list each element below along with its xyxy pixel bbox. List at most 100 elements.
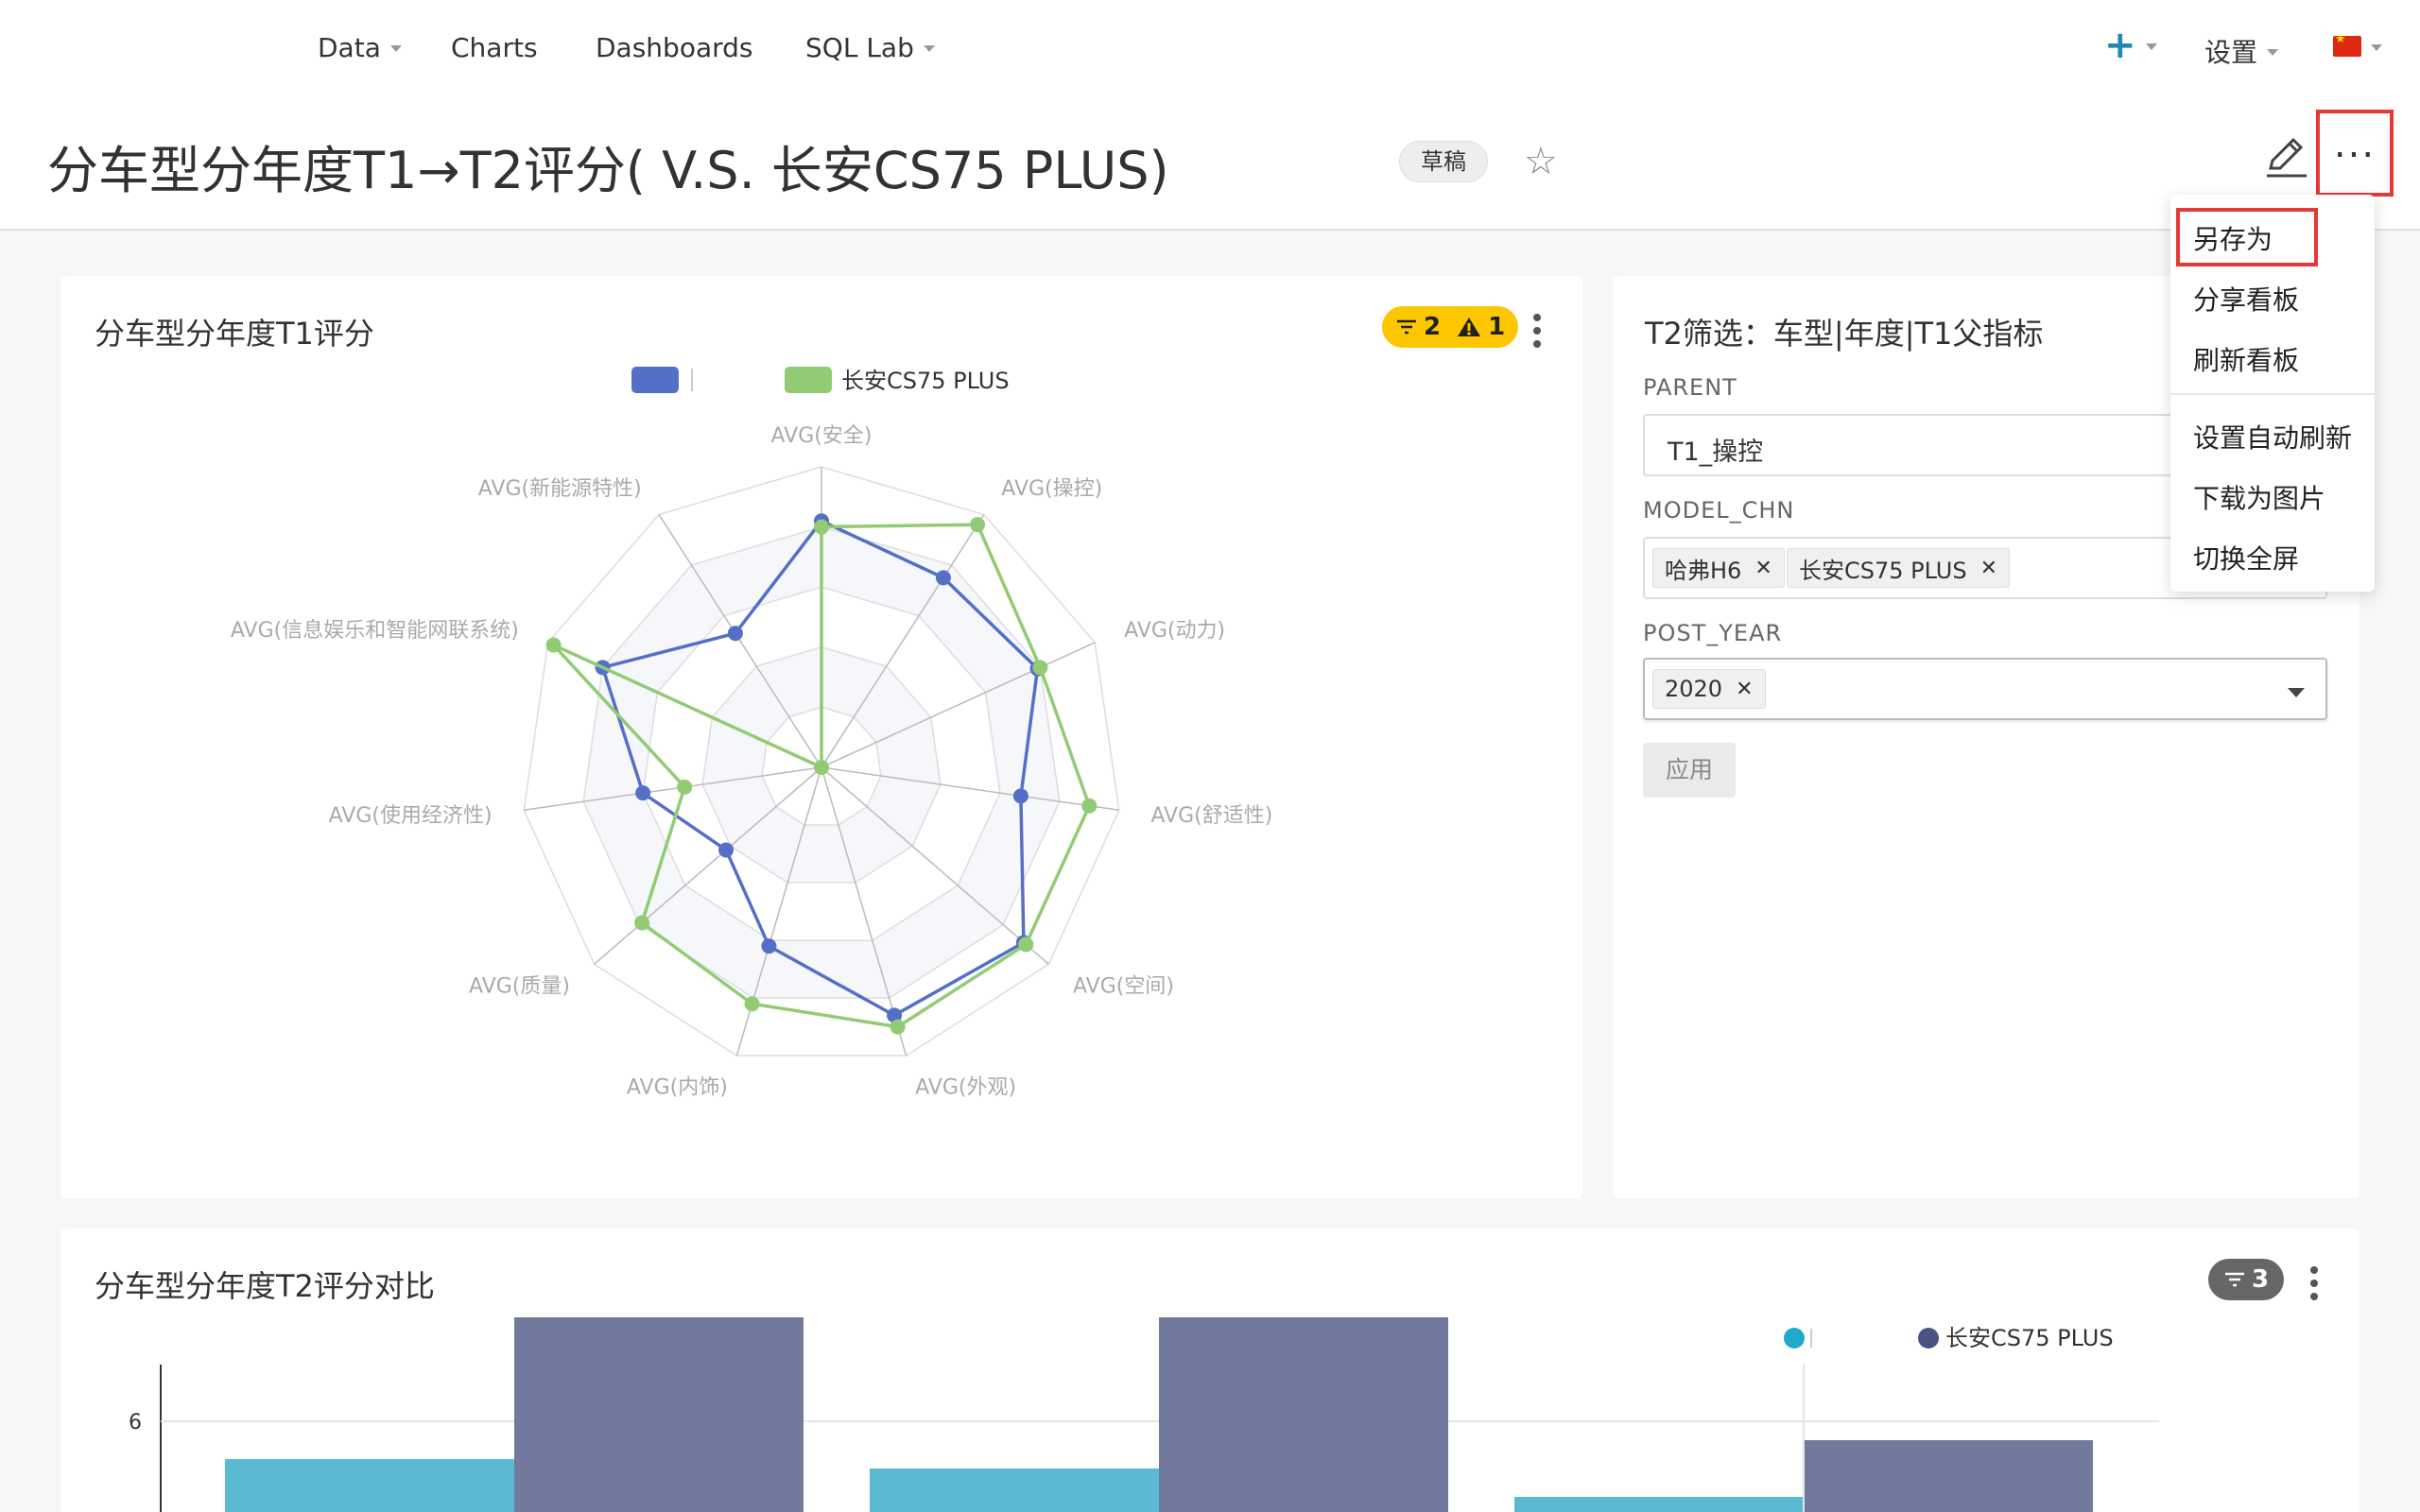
radar-indicator-label: AVG(内饰): [627, 1076, 728, 1100]
radar-indicator-label: AVG(操控): [1001, 477, 1102, 501]
filter-icon: [2225, 1272, 2244, 1287]
menu-item-auto-refresh[interactable]: 设置自动刷新: [2193, 418, 2352, 455]
dashboard-header: 分车型分年度T1→T2评分( V.S. 长安CS75 PLUS) 草稿 ☆ ..…: [0, 98, 2420, 231]
nav-sql-lab-menu[interactable]: SQL Lab: [805, 32, 935, 63]
draft-status-badge[interactable]: 草稿: [1399, 141, 1488, 182]
radar-data-point: [1018, 936, 1034, 953]
filter-count: 3: [2252, 1265, 2270, 1294]
plus-icon: +: [2104, 24, 2136, 67]
legend-swatch: [631, 367, 679, 393]
radar-data-point: [814, 519, 829, 535]
model-tag-label: 哈弗H6: [1665, 557, 1742, 584]
radar-data-point: [890, 1019, 906, 1035]
year-filter-label: POST_YEAR: [1643, 620, 1783, 646]
bar-rect: [870, 1469, 1159, 1512]
warning-count: 1: [1488, 313, 1506, 341]
model-tag: 长安CS75 PLUS ✕: [1787, 548, 2011, 588]
radar-data-point: [727, 626, 743, 642]
radar-indicator-label: AVG(信息娱乐和智能网联系统): [231, 619, 519, 643]
parent-filter-value: T1_操控: [1668, 438, 1764, 467]
menu-item-refresh[interactable]: 刷新看板: [2193, 340, 2299, 378]
chevron-down-icon: [923, 45, 935, 52]
nav-charts-label: Charts: [451, 32, 538, 63]
bar-filter-badge[interactable]: 3: [2208, 1259, 2285, 1300]
nav-dashboards[interactable]: Dashboards: [596, 32, 753, 63]
radar-indicator-label: AVG(新能源特性): [478, 477, 642, 501]
radar-data-point: [635, 785, 651, 801]
dashboard-title[interactable]: 分车型分年度T1→T2评分( V.S. 长安CS75 PLUS): [47, 129, 1169, 203]
legend-swatch: [785, 367, 832, 393]
year-tag-label: 2020: [1665, 676, 1723, 702]
legend-dot: [1918, 1328, 1939, 1349]
nav-data-label: Data: [318, 32, 381, 63]
filter-count: 2: [1424, 313, 1442, 341]
radar-indicator-label: AVG(空间): [1073, 975, 1174, 999]
menu-divider: [2170, 393, 2375, 395]
language-menu[interactable]: [2333, 32, 2382, 57]
dashboard-actions-menu: 另存为 分享看板 刷新看板 设置自动刷新 下载为图片 切换全屏: [2170, 195, 2375, 592]
nav-charts[interactable]: Charts: [451, 32, 538, 63]
radar-data-point: [545, 637, 562, 653]
china-flag-icon: [2333, 32, 2361, 57]
close-icon[interactable]: ✕: [1754, 557, 1772, 580]
close-icon[interactable]: ✕: [1736, 678, 1753, 701]
bar-rect: [225, 1459, 514, 1512]
radar-data-point: [1032, 660, 1048, 676]
bar-rect: [1159, 1317, 1448, 1512]
filter-box-title: T2筛选：车型|年度|T1父指标: [1645, 316, 2044, 352]
bar-rect: [1514, 1497, 1804, 1512]
more-options-button[interactable]: ...: [2316, 110, 2394, 197]
radar-data-point: [935, 570, 951, 586]
filter-icon: [1397, 319, 1416, 335]
radar-indicator-label: AVG(质量): [469, 975, 570, 999]
radar-chart-card: 分车型分年度T1评分 AVG(安全) AVG(操控) AVG(动力) AVG(舒适性)…: [60, 276, 1582, 1198]
year-filter-select[interactable]: 2020 ✕: [1643, 658, 2327, 720]
model-filter-label: MODEL_CHN: [1643, 497, 1795, 524]
radar-data-point: [677, 779, 693, 795]
chevron-down-icon: [2145, 43, 2157, 50]
filter-warning-badge[interactable]: 2 1: [1382, 306, 1519, 348]
legend-label: 长安CS75 PLUS: [1945, 1325, 2114, 1351]
bar-y-tick-label: 6: [129, 1411, 142, 1435]
menu-item-download-image[interactable]: 下载为图片: [2193, 478, 2325, 516]
radar-chart: AVG(安全) AVG(操控) AVG(动力) AVG(舒适性) AVG(空间) AVG(…: [231, 367, 1272, 1100]
radar-data-point: [761, 938, 777, 954]
chevron-down-icon[interactable]: [2288, 688, 2305, 697]
nav-data-menu[interactable]: Data: [318, 32, 402, 63]
nav-sql-lab-label: SQL Lab: [805, 32, 914, 63]
ellipsis-icon: ...: [2333, 123, 2377, 166]
year-tag: 2020 ✕: [1652, 669, 1766, 709]
radar-data-point: [970, 517, 986, 533]
radar-indicator-label: AVG(外观): [915, 1076, 1016, 1100]
bar-chart-card: 分车型分年度T2评分对比 6 长安CS75 PLUS: [60, 1228, 2360, 1512]
favorite-star-icon[interactable]: ☆: [1524, 140, 1558, 183]
edit-pencil-icon[interactable]: [2263, 132, 2310, 180]
menu-item-fullscreen[interactable]: 切换全屏: [2193, 539, 2299, 576]
parent-filter-label: PARENT: [1643, 374, 1737, 401]
radar-data-point: [718, 842, 735, 858]
bar-rect: [514, 1317, 804, 1512]
top-navbar: Data Charts Dashboards SQL Lab + 设置: [0, 0, 2420, 98]
radar-data-point: [744, 996, 760, 1012]
nav-dashboards-label: Dashboards: [596, 32, 753, 63]
chevron-down-icon: [2371, 43, 2382, 51]
settings-menu[interactable]: 设置: [2204, 32, 2279, 70]
apply-filter-button[interactable]: 应用: [1643, 743, 1736, 798]
bar-chart: 6 长安CS75 PLUS: [129, 1317, 2159, 1512]
radar-data-point: [634, 915, 650, 931]
chevron-down-icon: [389, 45, 402, 52]
close-icon[interactable]: ✕: [1980, 557, 1997, 580]
new-menu[interactable]: +: [2104, 26, 2157, 64]
bar-rect: [1804, 1440, 2093, 1512]
model-tag-label: 长安CS75 PLUS: [1799, 557, 1967, 584]
chevron-down-icon: [2267, 48, 2279, 56]
menu-item-share[interactable]: 分享看板: [2193, 280, 2299, 318]
warning-icon: [1458, 318, 1481, 336]
radar-data-point: [1081, 798, 1098, 814]
radar-indicator-label: AVG(动力): [1124, 619, 1225, 643]
menu-item-save-as[interactable]: 另存为: [2193, 219, 2273, 257]
radar-indicator-label: AVG(使用经济性): [329, 804, 493, 828]
legend-label: 长安CS75 PLUS: [841, 368, 1010, 394]
radar-data-point: [1012, 788, 1028, 804]
radar-indicator-label: AVG(舒适性): [1150, 804, 1272, 828]
